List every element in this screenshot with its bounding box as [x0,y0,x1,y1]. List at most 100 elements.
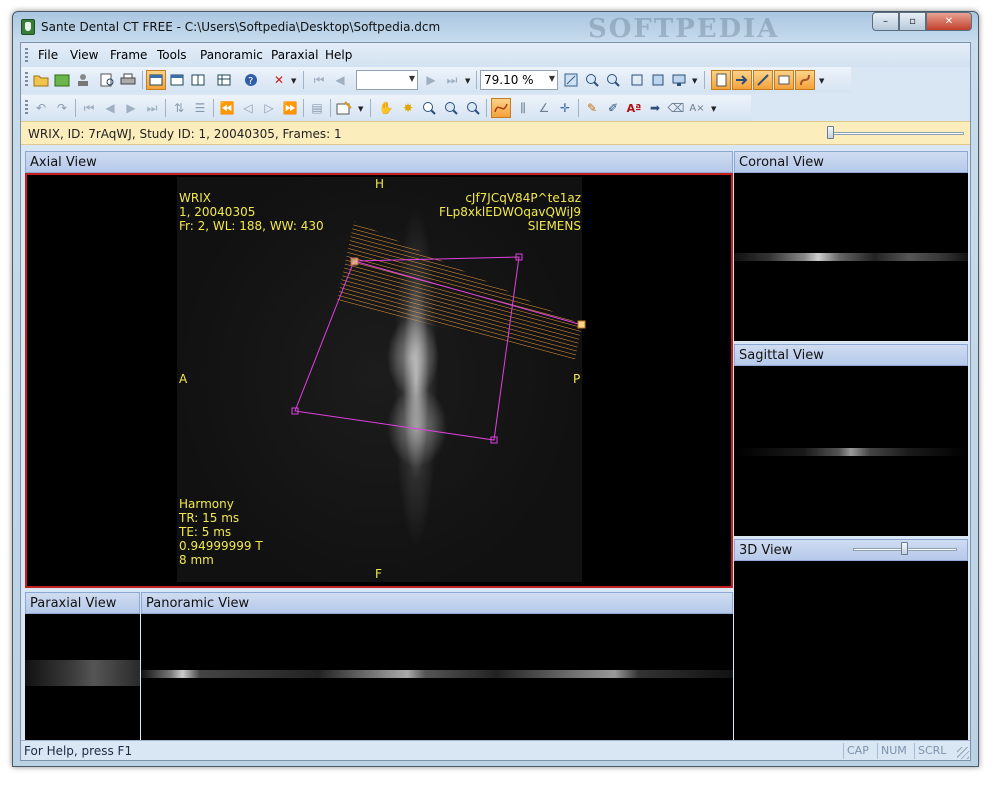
maximize-button[interactable]: ▫ [899,12,926,31]
zoom-actual-icon[interactable] [648,70,668,90]
prev-slice-icon[interactable]: ◀ [100,98,120,118]
open-folder-icon[interactable] [31,70,51,90]
overlay-line: cJf7JCqV84P^te1az [465,191,581,205]
hand-pan-icon[interactable]: ✋ [376,98,396,118]
arrow-icon[interactable]: ➡ [645,98,665,118]
chevron-down-icon[interactable]: ▼ [819,77,824,85]
open-series-icon[interactable] [52,70,72,90]
cine-prev-icon[interactable]: ◁ [238,98,258,118]
sagittal-view-canvas[interactable] [734,366,968,536]
panoramic-view-canvas[interactable] [141,614,733,740]
chevron-down-icon[interactable]: ▼ [291,77,296,85]
pencil-icon[interactable]: ✎ [582,98,602,118]
annotate-icon[interactable] [774,70,794,90]
cine-first-icon[interactable]: ⏪ [217,98,237,118]
menu-view[interactable]: View [70,48,98,62]
cine-next-icon[interactable]: ▷ [259,98,279,118]
frame-slider-track[interactable] [829,132,964,135]
first-frame-icon[interactable]: ⏮ [309,70,329,90]
curve-draw-icon[interactable] [491,98,511,118]
toolbar-grip[interactable] [25,72,28,88]
overlay-line: 0.94999999 T [179,539,263,553]
handle-point[interactable] [577,320,586,329]
first-slice-icon[interactable]: ⏮ [79,98,99,118]
menubar-grip[interactable] [25,48,28,62]
rotate-right-icon[interactable]: ↷ [52,98,72,118]
list-icon[interactable]: ☰ [190,98,210,118]
patient-info-bar: WRIX, ID: 7rAqWJ, Study ID: 1, 20040305,… [21,121,970,145]
angle-icon[interactable]: ∠ [534,98,554,118]
fit-image-icon[interactable] [561,70,581,90]
brightness-icon[interactable]: ✸ [398,98,418,118]
menu-frame[interactable]: Frame [110,48,147,62]
orientation-top: H [375,177,385,191]
export-arrow-icon[interactable] [732,70,752,90]
zoom-out-icon[interactable] [603,70,623,90]
magnifier-icon[interactable] [419,98,439,118]
grid-icon[interactable]: ▤ [307,98,327,118]
frame-combo[interactable]: ▼ [356,70,418,90]
zoom-in-icon[interactable] [582,70,602,90]
crosshair-icon[interactable]: ✛ [555,98,575,118]
menu-tools[interactable]: Tools [157,48,187,62]
paraxial-view-canvas[interactable] [25,614,140,740]
next-frame-icon[interactable]: ▶ [421,70,441,90]
title-bar[interactable]: Sante Dental CT FREE - C:\Users\Softpedi… [13,12,978,44]
menu-file[interactable]: File [38,48,58,62]
prev-frame-icon[interactable]: ◀ [330,70,350,90]
close-button[interactable]: ✕ [926,12,972,31]
cine-last-icon[interactable]: ⏩ [280,98,300,118]
axial-view-panel: Axial View WRIX 1, 20040305 Fr: 2, WL: 1… [25,151,733,588]
zoom-region-icon[interactable] [441,98,461,118]
eraser-icon[interactable]: ⌫ [666,98,686,118]
print-preview-icon[interactable] [97,70,117,90]
coronal-view-title: Coronal View [734,151,968,173]
last-slice-icon[interactable]: ⏭ [142,98,162,118]
layout-window-icon[interactable] [167,70,187,90]
layout-split-icon[interactable] [188,70,208,90]
minimize-button[interactable]: – [872,12,899,31]
handle-point[interactable] [350,257,359,266]
resize-grip[interactable] [957,747,969,759]
properties-icon[interactable] [334,98,354,118]
zoom-combo[interactable]: 79.10 % ▼ [480,70,558,90]
menu-panoramic[interactable]: Panoramic [200,48,263,62]
screen-icon[interactable] [669,70,689,90]
window-title: Sante Dental CT FREE - C:\Users\Softpedi… [41,20,441,34]
separator [486,99,487,117]
toolbar-grip[interactable] [25,100,28,116]
menu-help[interactable]: Help [325,48,352,62]
report-icon[interactable] [711,70,731,90]
help-icon[interactable]: ? [241,70,261,90]
font-size-icon[interactable]: A× [687,98,707,118]
chevron-down-icon[interactable]: ▼ [465,77,470,85]
print-icon[interactable] [118,70,138,90]
next-slice-icon[interactable]: ▶ [121,98,141,118]
curve-tool-icon[interactable] [795,70,815,90]
edit-icon[interactable]: ✐ [603,98,623,118]
patient-icon[interactable] [73,70,93,90]
zoom-tool-icon[interactable] [463,98,483,118]
chevron-down-icon[interactable]: ▼ [692,77,697,85]
text-annotation-icon[interactable]: Aª [624,98,644,118]
sort-icon[interactable]: ⇅ [169,98,189,118]
coronal-view-canvas[interactable] [734,173,968,341]
3d-slider-thumb[interactable] [901,542,908,555]
measure-icon[interactable] [753,70,773,90]
axial-view-canvas[interactable]: WRIX 1, 20040305 Fr: 2, WL: 188, WW: 430… [25,173,733,588]
frame-slider-thumb[interactable] [827,126,834,139]
table-icon[interactable] [214,70,234,90]
close-file-icon[interactable]: ✕ [269,70,289,90]
layout-single-icon[interactable] [146,70,166,90]
planning-overlay[interactable] [27,175,731,586]
chevron-down-icon[interactable]: ▼ [711,105,716,113]
app-tooth-icon[interactable] [21,19,35,35]
panoramic-image-strip [141,670,733,678]
ruler-icon[interactable]: ⫼ [513,98,533,118]
zoom-fit-icon[interactable] [627,70,647,90]
menu-paraxial[interactable]: Paraxial [271,48,318,62]
3d-view-canvas[interactable] [734,561,968,740]
last-frame-icon[interactable]: ⏭ [442,70,462,90]
rotate-left-icon[interactable]: ↶ [31,98,51,118]
chevron-down-icon[interactable]: ▼ [358,105,363,113]
